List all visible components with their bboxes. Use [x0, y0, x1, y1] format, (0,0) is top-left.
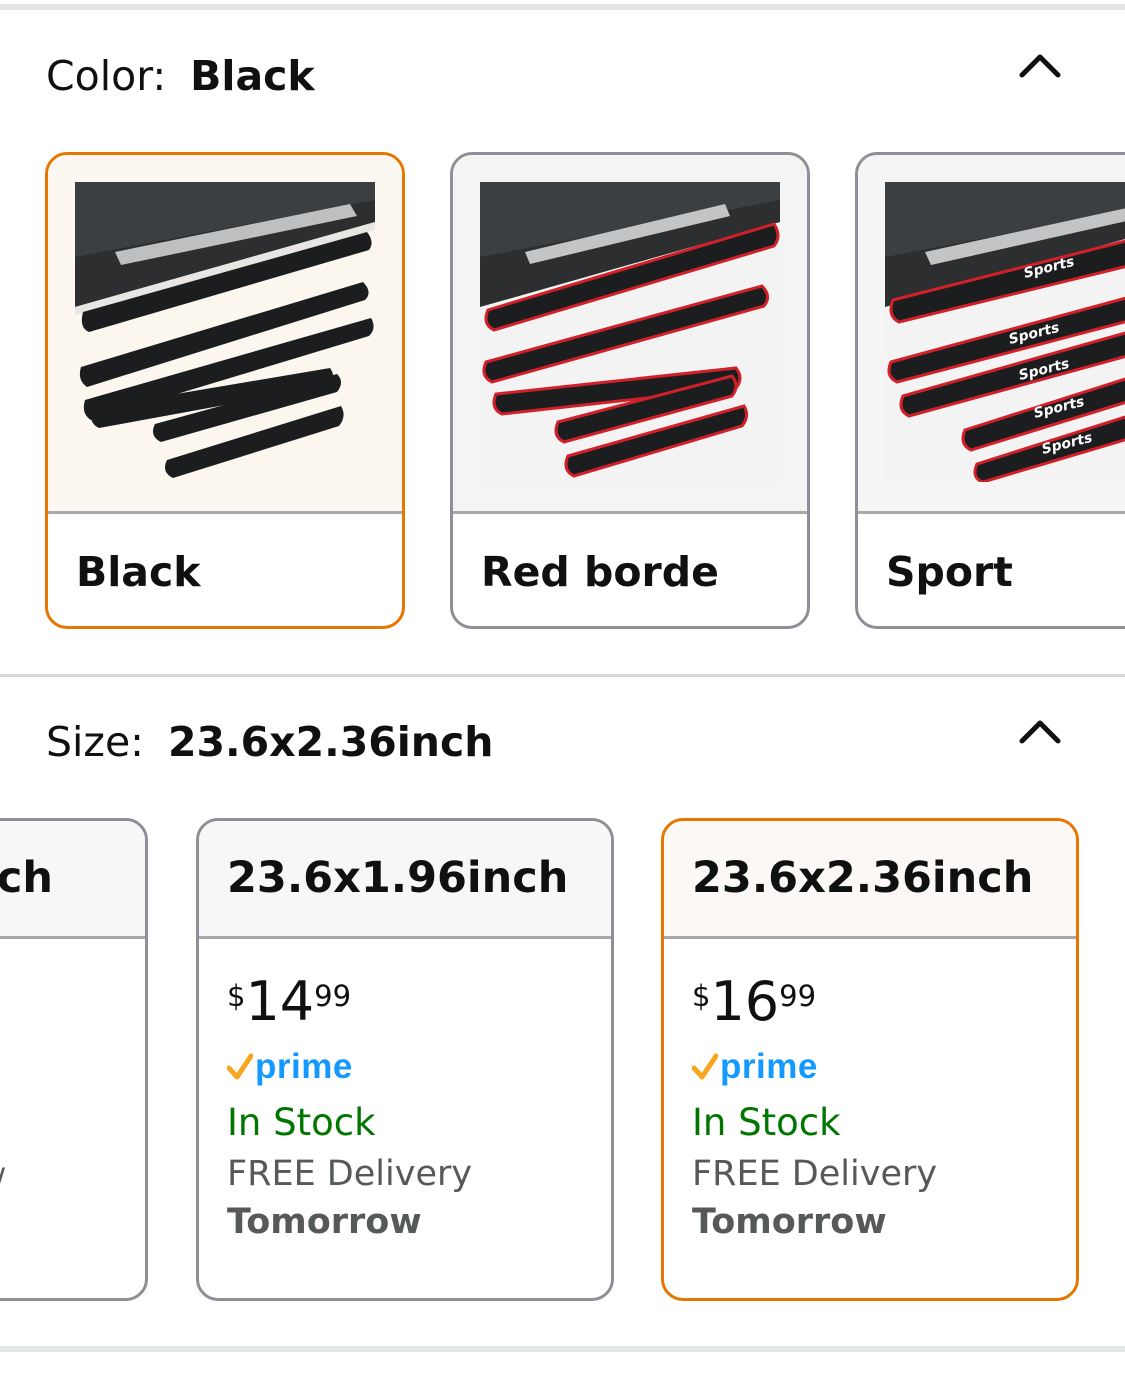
- size-option-label: nch: [0, 853, 53, 903]
- size-option-header: 23.6x2.36inch: [664, 821, 1076, 939]
- size-option-details: $1699 prime In Stock FREE Delivery Tomor…: [692, 971, 1066, 1242]
- color-option-name-area: Black: [48, 511, 402, 626]
- color-option-name-area: Red borde: [453, 511, 807, 626]
- chevron-up-icon[interactable]: [1016, 716, 1064, 746]
- size-heading: Size: 23.6x2.36inch: [46, 718, 493, 766]
- color-option-name: Red borde: [481, 548, 719, 596]
- color-option-name-area: Sport: [858, 511, 1125, 626]
- size-option-partial-mark: /: [0, 1161, 5, 1199]
- color-selected-value: Black: [190, 52, 315, 100]
- section-divider: [0, 674, 1125, 677]
- price-currency: $: [692, 979, 711, 1013]
- stock-status: In Stock: [227, 1101, 376, 1144]
- size-label: Size:: [46, 718, 144, 766]
- price: $1499: [227, 971, 601, 1033]
- size-option-details: $1499 prime In Stock FREE Delivery Tomor…: [227, 971, 601, 1242]
- bottom-divider: [0, 1346, 1125, 1352]
- price-fraction: 99: [314, 979, 352, 1013]
- delivery-day: Tomorrow: [692, 1202, 887, 1242]
- prime-badge: prime: [227, 1047, 601, 1087]
- delivery-day: Tomorrow: [227, 1202, 422, 1242]
- size-option-partial[interactable]: nch /: [0, 818, 148, 1301]
- prime-label: prime: [720, 1047, 818, 1086]
- price-whole: 16: [710, 970, 780, 1033]
- color-option-image: [48, 155, 402, 511]
- product-image-red-border: [480, 182, 780, 482]
- size-option-23.6x2.36[interactable]: 23.6x2.36inch $1699 prime In Stock FREE …: [661, 818, 1079, 1301]
- prime-badge: prime: [692, 1047, 1066, 1087]
- delivery-text: FREE Delivery: [692, 1154, 938, 1194]
- color-option-black[interactable]: Black: [45, 152, 405, 629]
- size-option-label: 23.6x1.96inch: [227, 853, 569, 903]
- price-whole: 14: [245, 970, 315, 1033]
- color-option-name: Black: [76, 548, 201, 596]
- prime-check-icon: [692, 1053, 718, 1080]
- stock-status: In Stock: [692, 1101, 841, 1144]
- size-option-23.6x1.96[interactable]: 23.6x1.96inch $1499 prime In Stock FREE …: [196, 818, 614, 1301]
- color-option-name: Sport: [886, 548, 1013, 596]
- size-selected-value: 23.6x2.36inch: [167, 718, 494, 766]
- price: $1699: [692, 971, 1066, 1033]
- product-image-sport: Sports Sports Sports Sports Sports: [885, 182, 1125, 482]
- color-option-image: [453, 155, 807, 511]
- chevron-up-icon[interactable]: [1016, 50, 1064, 80]
- variation-selector: Color: Black Black Red borde Sports Spor…: [0, 0, 1125, 1373]
- size-option-label: 23.6x2.36inch: [692, 853, 1034, 903]
- price-currency: $: [227, 979, 246, 1013]
- prime-check-icon: [227, 1053, 253, 1080]
- size-option-header: 23.6x1.96inch: [199, 821, 611, 939]
- delivery-text: FREE Delivery: [227, 1154, 473, 1194]
- size-option-header: nch: [0, 821, 145, 939]
- color-label: Color:: [46, 52, 167, 100]
- product-image-black: [75, 182, 375, 482]
- color-heading: Color: Black: [46, 52, 315, 100]
- price-fraction: 99: [779, 979, 817, 1013]
- prime-label: prime: [255, 1047, 353, 1086]
- color-option-sport[interactable]: Sports Sports Sports Sports Sports Sport: [855, 152, 1125, 629]
- top-divider: [0, 4, 1125, 10]
- color-option-image: Sports Sports Sports Sports Sports: [858, 155, 1125, 511]
- color-option-red-border[interactable]: Red borde: [450, 152, 810, 629]
